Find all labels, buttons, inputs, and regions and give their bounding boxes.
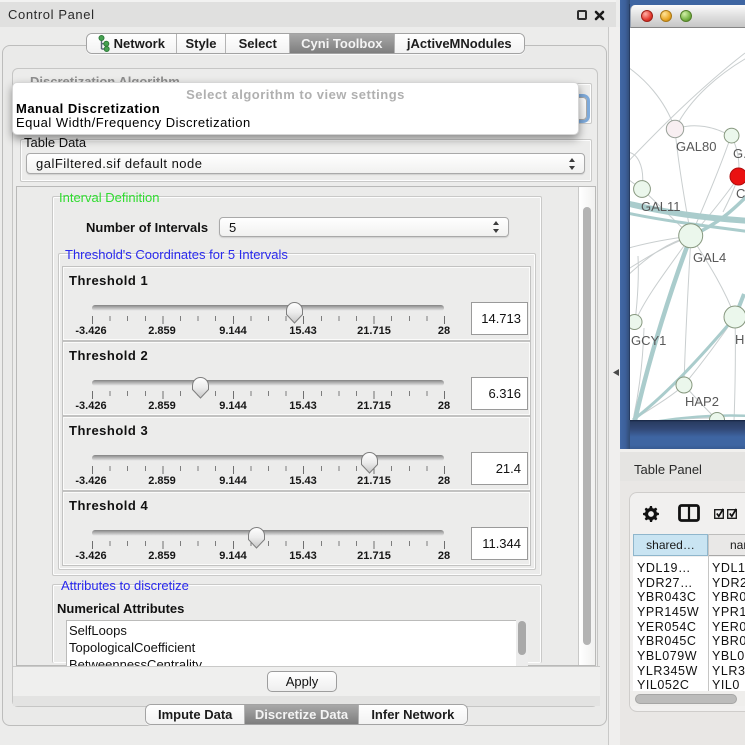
svg-text:GAL11: GAL11 xyxy=(641,199,681,214)
svg-text:GCY1: GCY1 xyxy=(631,333,666,348)
svg-text:GAL80: GAL80 xyxy=(676,139,716,154)
svg-text:H: H xyxy=(735,332,744,347)
svg-text:G.: G. xyxy=(733,146,745,161)
svg-text:C: C xyxy=(736,186,745,201)
svg-text:GAL4: GAL4 xyxy=(693,250,726,265)
svg-text:HAP2: HAP2 xyxy=(685,394,719,409)
